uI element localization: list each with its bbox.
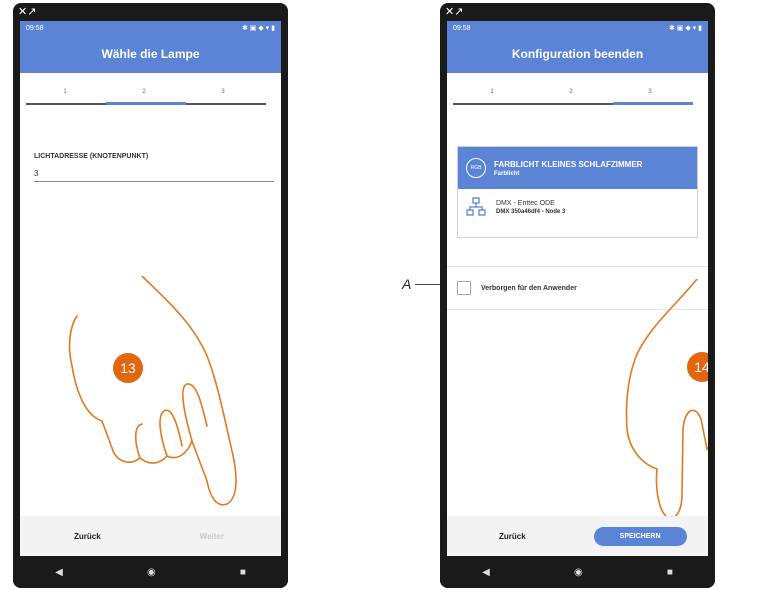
close-expand-icon: ✕↗ [18,6,37,18]
back-triangle-icon[interactable]: ◀ [482,567,490,578]
summary-card: RGB FARBLICHT KLEINES SCHLAFZIMMER Farbl… [457,146,698,238]
back-triangle-icon[interactable]: ◀ [55,567,63,578]
status-time: 09:58 [26,24,44,32]
step-2-line [533,103,613,105]
stepper: 1 2 3 [26,83,275,113]
status-icons: ✱ ▣ ◆ ▾ ▮ [668,25,702,32]
status-bar: 09:58 ✱ ▣ ◆ ▾ ▮ [447,21,708,35]
step-3-line [186,103,266,105]
page-title: Konfiguration beenden [447,35,708,73]
light-type: Farblicht [494,170,520,177]
status-time: 09:58 [453,24,471,32]
android-nav-bar: ◀ ◉ ■ [440,556,715,588]
step-2-label: 2 [569,89,573,95]
screen-right: 09:58 ✱ ▣ ◆ ▾ ▮ Konfiguration beenden 1 … [447,21,708,556]
light-name: FARBLICHT KLEINES SCHLAFZIMMER [494,159,643,169]
hidden-checkbox[interactable] [457,281,471,295]
step-1-label: 1 [63,89,67,95]
save-button[interactable]: SPEICHERN [593,526,687,546]
device-id: DMX 350a46df4 - Node 3 [496,208,566,215]
step-3-label: 3 [648,89,652,95]
phone-right: ✕↗ 09:58 ✱ ▣ ◆ ▾ ▮ Konfiguration beenden… [440,3,715,588]
footer-bar: Zurück Weiter [20,516,281,556]
back-button[interactable]: Zurück [74,532,101,541]
recents-square-icon[interactable]: ■ [240,567,246,578]
phone-left: ✕↗ 09:58 ✱ ▣ ◆ ▾ ▮ Wähle die Lampe 1 2 3… [13,3,288,588]
screen-left: 09:58 ✱ ▣ ◆ ▾ ▮ Wähle die Lampe 1 2 3 LI… [20,21,281,556]
status-icons: ✱ ▣ ◆ ▾ ▮ [241,25,275,32]
step-badge: 13 [113,353,143,383]
status-bar: 09:58 ✱ ▣ ◆ ▾ ▮ [20,21,281,35]
step-1-line [26,103,106,105]
back-button[interactable]: Zurück [499,532,526,541]
step-3-line-active [613,102,693,105]
rgb-icon: RGB [466,158,486,178]
field-label: LICHTADRESSE (KNOTENPUNKT) [34,153,149,160]
device-summary: DMX - Enttec ODE DMX 350a46df4 - Node 3 [458,189,697,225]
pointing-hand-icon [68,276,237,506]
home-circle-icon[interactable]: ◉ [147,567,156,578]
network-icon [466,197,486,216]
hidden-label: Verborgen für den Anwender [481,284,577,292]
device-name: DMX - Enttec ODE [496,199,555,207]
page-title: Wähle die Lampe [20,35,281,73]
close-expand-icon: ✕↗ [445,6,464,18]
step-2-label: 2 [142,89,146,95]
home-circle-icon[interactable]: ◉ [574,567,583,578]
footer-bar: Zurück SPEICHERN [447,516,708,556]
callout-label-a: A [402,276,412,292]
light-address-input[interactable]: 3 [34,169,274,182]
step-1-line [453,103,533,105]
next-button[interactable]: Weiter [200,532,224,541]
step-3-label: 3 [221,89,225,95]
step-2-line-active [106,102,186,105]
stepper: 1 2 3 [453,83,702,113]
light-summary: RGB FARBLICHT KLEINES SCHLAFZIMMER Farbl… [458,147,697,189]
step-1-label: 1 [490,89,494,95]
android-nav-bar: ◀ ◉ ■ [13,556,288,588]
pointing-hand-icon [625,279,708,519]
recents-square-icon[interactable]: ■ [667,567,673,578]
